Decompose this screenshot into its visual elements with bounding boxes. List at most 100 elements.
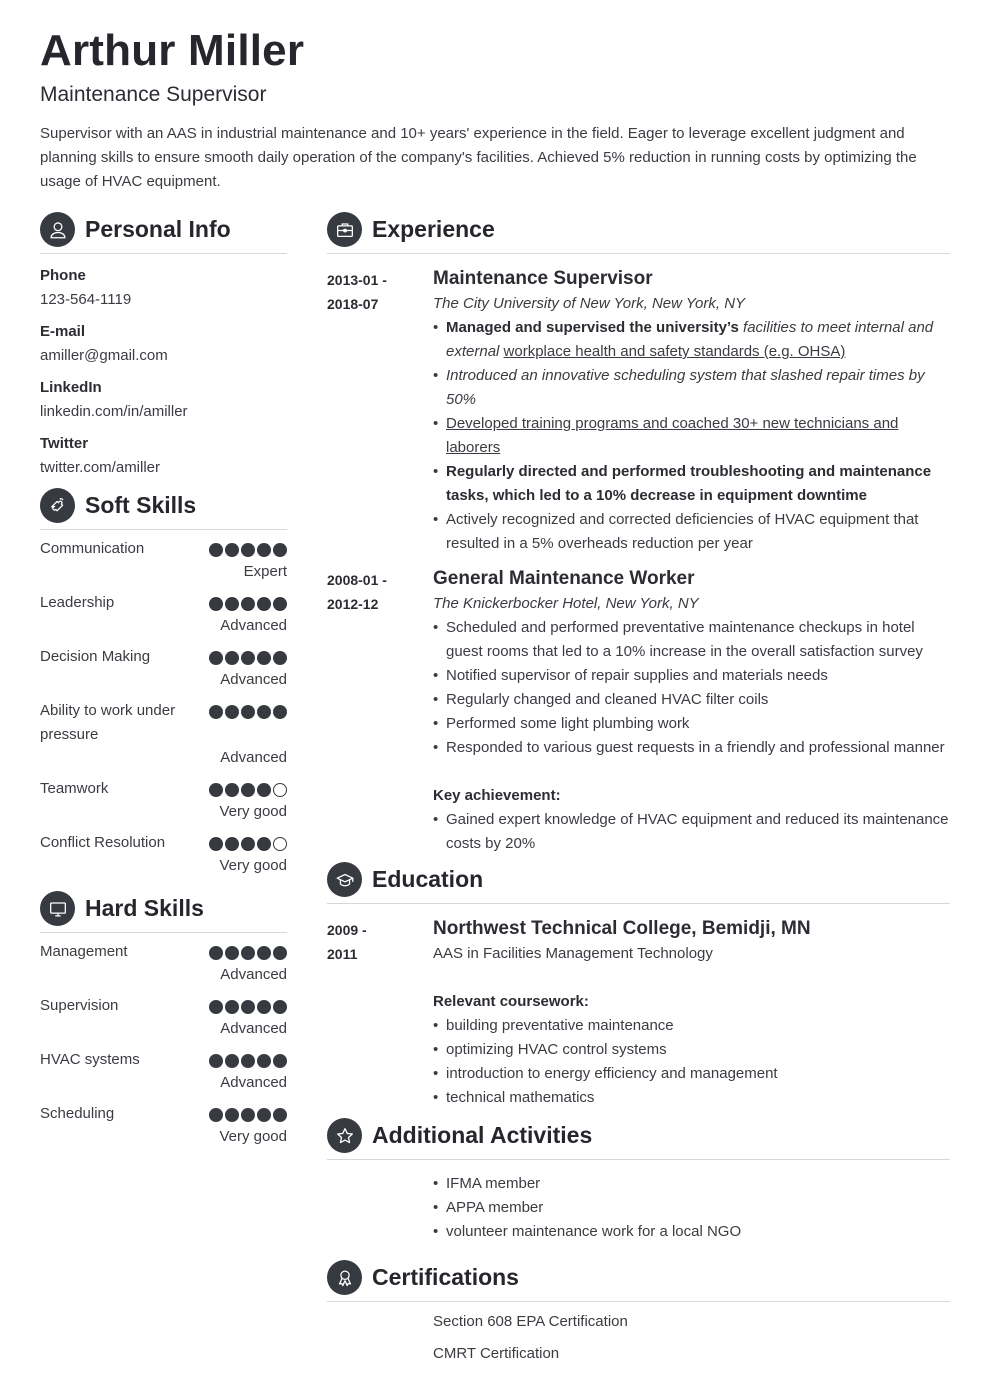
star-icon xyxy=(327,1118,362,1153)
skill-item: Teamwork Very good xyxy=(40,777,287,824)
skill-item: Decision Making Advanced xyxy=(40,645,287,692)
key-achievement-label: Key achievement: xyxy=(433,787,561,804)
bullet-item: Introduced an innovative scheduling syst… xyxy=(433,364,950,412)
activities-section: Additional Activities IFMA memberAPPA me… xyxy=(327,1118,950,1244)
rating-dot-filled xyxy=(209,651,223,665)
rating-dot-filled xyxy=(225,946,239,960)
skill-item: Scheduling Very good xyxy=(40,1102,287,1149)
key-achievements: Gained expert knowledge of HVAC equipmen… xyxy=(433,808,950,856)
rating-dot-filled xyxy=(257,946,271,960)
rating-dot-filled xyxy=(257,837,271,851)
contact-label: Twitter xyxy=(40,435,89,452)
rating-dot-filled xyxy=(209,1000,223,1014)
entry-body: Maintenance Supervisor The City Universi… xyxy=(433,266,950,556)
section-header: Additional Activities xyxy=(327,1118,950,1160)
skill-row: Supervision xyxy=(40,994,287,1018)
section-header: Hard Skills xyxy=(40,891,287,933)
rating-dot-filled xyxy=(273,1054,287,1068)
rating-dot-filled xyxy=(209,1108,223,1122)
left-column: Personal Info Phone 123-564-1119 E-mail ami… xyxy=(40,212,287,1149)
section-title: Personal Info xyxy=(85,216,231,242)
rating-dot-filled xyxy=(257,783,271,797)
rating-dot-filled xyxy=(273,1108,287,1122)
rating-dot-filled xyxy=(209,837,223,851)
section-title: Additional Activities xyxy=(372,1122,593,1148)
job-title: General Maintenance Worker xyxy=(433,568,695,589)
bullet-item: optimizing HVAC control systems xyxy=(433,1038,950,1062)
rating-dot-filled xyxy=(241,543,255,557)
soft-skills-section: Soft Skills Communication Expert Leadershi… xyxy=(40,488,287,878)
skill-name: Management xyxy=(40,943,128,960)
skill-name: Teamwork xyxy=(40,780,109,797)
bullet-item: volunteer maintenance work for a local N… xyxy=(433,1220,950,1244)
skill-item: Management Advanced xyxy=(40,940,287,987)
bullet-text: Regularly directed and performed trouble… xyxy=(446,463,932,504)
certification-item: Section 608 EPA Certification xyxy=(433,1313,628,1330)
job-bullets: Scheduled and performed preventative mai… xyxy=(433,616,950,760)
rating-dot-filled xyxy=(257,705,271,719)
company: The City University of New York, New Yor… xyxy=(433,295,746,312)
skill-level: Advanced xyxy=(220,749,287,766)
rating-dot-filled xyxy=(225,783,239,797)
rating-dot-filled xyxy=(273,651,287,665)
bullet-item: Notified supervisor of repair supplies a… xyxy=(433,664,950,688)
bullet-text: Actively recognized and corrected defici… xyxy=(446,511,919,552)
skill-item: Ability to work under pressure Advanced xyxy=(40,699,287,770)
degree: AAS in Facilities Management Technology xyxy=(433,945,713,962)
bullet-item: Responded to various guest requests in a… xyxy=(433,736,950,760)
rating-dot-filled xyxy=(257,1108,271,1122)
contact-item: LinkedIn linkedin.com/in/amiller xyxy=(40,376,287,424)
skill-level: Advanced xyxy=(220,1020,287,1037)
coursework-list: building preventative maintenanceoptimiz… xyxy=(433,1014,950,1110)
certifications-section: Certifications Section 608 EPA Certifica… xyxy=(327,1260,950,1366)
graduation-cap-icon xyxy=(327,862,362,897)
summary: Supervisor with an AAS in industrial mai… xyxy=(40,125,917,190)
rating-dot-filled xyxy=(241,946,255,960)
contact-item: E-mail amiller@gmail.com xyxy=(40,320,287,368)
date-start: 2013-01 - xyxy=(327,272,387,288)
bullet-item: building preventative maintenance xyxy=(433,1014,950,1038)
rating-dot-filled xyxy=(257,651,271,665)
rating-dot-filled xyxy=(225,1054,239,1068)
section-header: Education xyxy=(327,862,950,904)
school-name: Northwest Technical College, Bemidji, MN xyxy=(433,918,811,939)
section-header: Certifications xyxy=(327,1260,950,1302)
bullet-text: workplace health and safety standards (e… xyxy=(503,343,846,360)
skill-name: Leadership xyxy=(40,594,115,611)
contact-label: Phone xyxy=(40,267,86,284)
bullet-text: Managed and supervised the university’s xyxy=(446,319,744,336)
skill-level: Advanced xyxy=(220,671,287,688)
briefcase-icon xyxy=(327,212,362,247)
section-title: Soft Skills xyxy=(85,492,197,518)
candidate-title: Maintenance Supervisor xyxy=(40,83,267,106)
date-end: 2011 xyxy=(327,946,358,962)
skill-row: Management xyxy=(40,940,287,964)
education-entry: 2009 - 2011 Northwest Technical College,… xyxy=(327,916,950,1110)
date-start: 2008-01 - xyxy=(327,572,387,588)
bullet-item: introduction to energy efficiency and ma… xyxy=(433,1062,950,1086)
skill-rating xyxy=(209,831,287,855)
skill-level: Very good xyxy=(219,1128,287,1145)
rating-dot-filled xyxy=(209,1054,223,1068)
skill-row: Teamwork xyxy=(40,777,287,801)
skill-rating xyxy=(209,940,287,964)
rating-dot-filled xyxy=(225,705,239,719)
rating-dot-filled xyxy=(209,597,223,611)
section-header: Experience xyxy=(327,212,950,254)
rating-dot-filled xyxy=(225,837,239,851)
rating-dot-filled xyxy=(257,597,271,611)
contact-value: amiller@gmail.com xyxy=(40,347,168,364)
contact-item: Phone 123-564-1119 xyxy=(40,264,287,312)
activities-list: IFMA memberAPPA membervolunteer maintena… xyxy=(433,1172,950,1244)
skill-rating xyxy=(209,1048,287,1072)
rating-dot-filled xyxy=(241,837,255,851)
entry-date: 2013-01 - 2018-07 xyxy=(327,266,433,556)
bullet-item: Performed some light plumbing work xyxy=(433,712,950,736)
skill-rating xyxy=(209,994,287,1018)
contact-value: linkedin.com/in/amiller xyxy=(40,403,188,420)
rating-dot-filled xyxy=(241,1108,255,1122)
puzzle-icon xyxy=(40,488,75,523)
skill-level: Very good xyxy=(219,857,287,874)
skill-level: Expert xyxy=(243,563,287,580)
rating-dot-filled xyxy=(257,1054,271,1068)
